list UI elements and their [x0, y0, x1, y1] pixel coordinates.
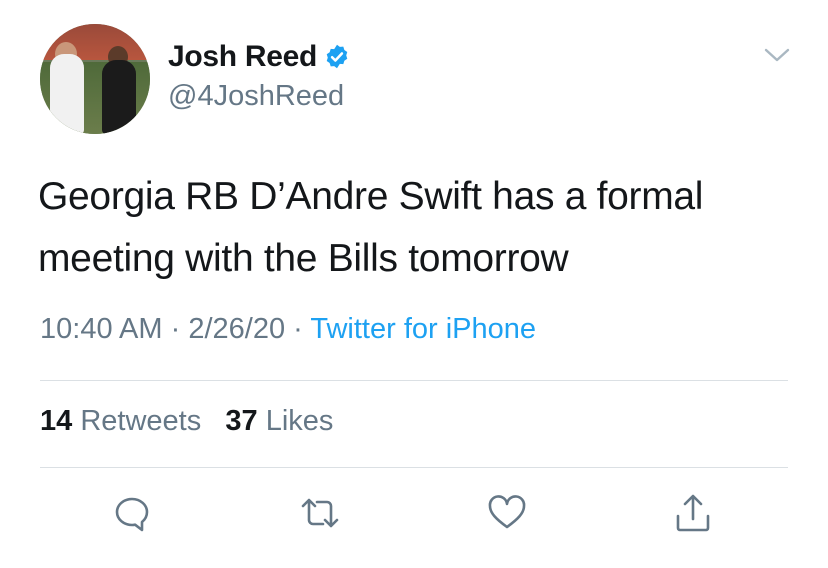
- tweet-time[interactable]: 10:40 AM: [40, 313, 163, 345]
- avatar-person-left: [50, 54, 84, 134]
- tweet-source-link[interactable]: Twitter for iPhone: [310, 313, 536, 345]
- tweet-text: Georgia RB D’Andre Swift has a formal me…: [38, 175, 704, 280]
- like-button[interactable]: [485, 491, 529, 535]
- tweet-date[interactable]: 2/26/20: [188, 313, 285, 345]
- action-bar: [0, 491, 828, 535]
- retweets-stat[interactable]: 14 Retweets: [40, 405, 201, 437]
- chevron-down-icon[interactable]: [762, 44, 792, 66]
- likes-stat[interactable]: 37 Likes: [225, 405, 333, 437]
- retweets-count: 14: [40, 405, 73, 437]
- retweet-button[interactable]: [298, 491, 342, 535]
- author-display-name[interactable]: Josh Reed: [168, 40, 317, 74]
- author-handle[interactable]: @4JoshReed: [168, 80, 344, 113]
- retweet-icon: [301, 498, 339, 528]
- likes-label: Likes: [265, 405, 334, 437]
- avatar-person-right: [102, 60, 136, 134]
- avatar[interactable]: [40, 24, 150, 134]
- divider: [40, 467, 788, 468]
- reply-button[interactable]: [110, 491, 154, 535]
- heart-icon: [488, 495, 526, 529]
- verified-badge-icon: [323, 43, 351, 71]
- meta-separator: ·: [170, 313, 181, 345]
- engagement-stats: 14 Retweets 37 Likes: [40, 405, 333, 438]
- author-name-row[interactable]: Josh Reed: [168, 40, 351, 74]
- share-icon: [676, 494, 710, 532]
- likes-count: 37: [225, 405, 258, 437]
- tweet-meta: 10:40 AM · 2/26/20 · Twitter for iPhone: [40, 313, 536, 346]
- share-button[interactable]: [671, 491, 715, 535]
- reply-icon: [115, 497, 149, 532]
- retweets-label: Retweets: [80, 405, 202, 437]
- divider: [40, 380, 788, 381]
- meta-separator: ·: [293, 313, 303, 345]
